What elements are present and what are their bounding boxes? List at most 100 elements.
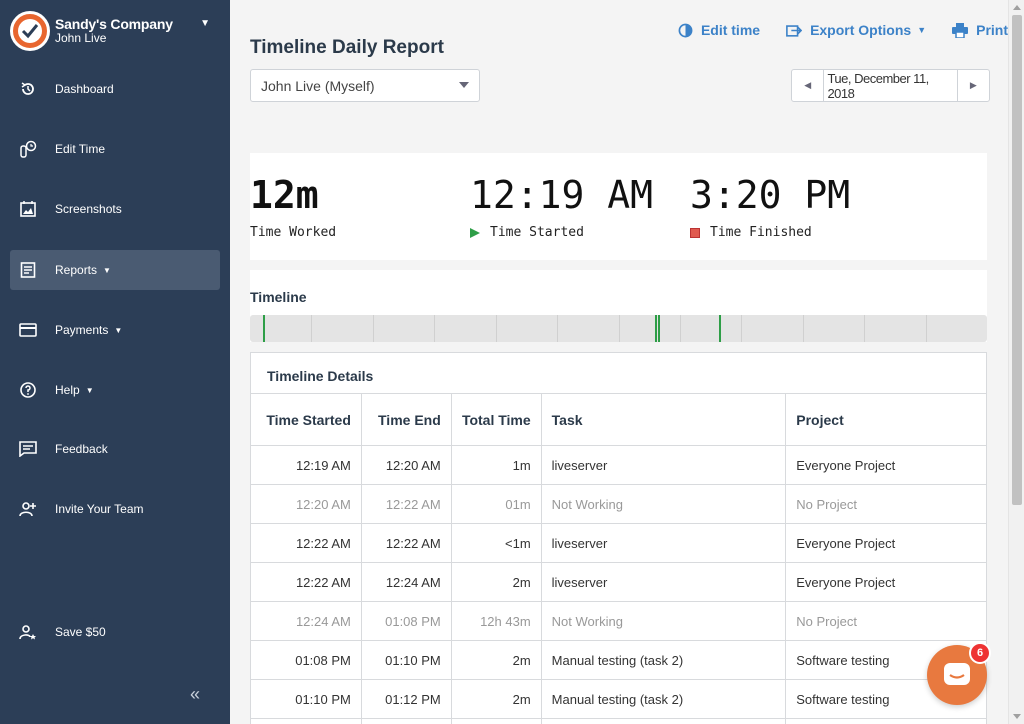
timeline-divider [434, 315, 435, 342]
cell-total [450, 718, 542, 724]
timeline-activity-mark[interactable] [719, 315, 721, 342]
cell-start: 01:08 PM [251, 640, 362, 680]
cell-end: 12:20 AM [360, 445, 452, 485]
table-row[interactable]: 12:22 AM 12:24 AM 2m liveserver Everyone Pro… [251, 562, 986, 602]
timeline-divider [311, 315, 312, 342]
timeline-divider [373, 315, 374, 342]
page-title: Timeline Daily Report [250, 37, 444, 58]
cell-project [785, 718, 986, 724]
user-select-value: John Live (Myself) [261, 77, 375, 94]
table-row[interactable] [251, 718, 986, 724]
cell-project: Everyone Project [785, 562, 986, 602]
cell-end: 12:24 AM [360, 562, 452, 602]
table-row[interactable]: 01:08 PM 01:10 PM 2m Manual testing (task 2… [251, 640, 986, 680]
timeline-activity-mark[interactable] [658, 315, 660, 342]
sidebar: Sandy's Company John Live ▼ Dashboard Ed… [0, 0, 230, 724]
sidebar-item-feedback[interactable]: Feedback [10, 429, 220, 469]
cell-task: Manual testing (task 2) [540, 679, 787, 719]
cell-task: Not Working [540, 601, 787, 641]
sidebar-item-edit-time[interactable]: Edit Time [10, 129, 220, 169]
time-finished-value: 3:20 PM [690, 173, 851, 217]
print-button[interactable]: Print [952, 22, 1008, 38]
cell-project: No Project [785, 601, 986, 641]
logo-icon [10, 11, 50, 51]
screenshots-icon [19, 200, 37, 218]
cell-start: 12:22 AM [251, 523, 362, 563]
top-actions: Edit time Export Options ▼ Print [652, 22, 1008, 38]
sidebar-item-screenshots[interactable]: Screenshots [10, 189, 220, 229]
table-row[interactable]: 01:10 PM 01:12 PM 2m Manual testing (task 2… [251, 679, 986, 719]
export-options-button[interactable]: Export Options ▼ [786, 22, 926, 38]
card-icon [19, 321, 37, 339]
sidebar-item-dashboard[interactable]: Dashboard [10, 69, 220, 109]
chevron-down-icon: ▼ [917, 25, 927, 35]
play-icon [470, 227, 480, 238]
sidebar-item-help[interactable]: Help ▼ [10, 370, 220, 410]
timeline-activity-mark[interactable] [655, 315, 657, 342]
timeline-divider [926, 315, 927, 342]
timeline-title: Timeline [250, 289, 307, 305]
print-icon [952, 22, 969, 38]
add-user-icon [19, 500, 37, 518]
timeline-divider [864, 315, 865, 342]
column-header[interactable]: Time End [360, 393, 452, 446]
column-header[interactable]: Total Time [450, 393, 542, 446]
company-switcher[interactable]: Sandy's Company John Live ▼ [10, 10, 220, 52]
scrollbar[interactable] [1008, 0, 1024, 724]
time-started-value: 12:19 AM [470, 173, 654, 217]
time-worked-label: Time Worked [250, 225, 337, 240]
sidebar-item-label: Invite Your Team [55, 502, 144, 516]
column-header[interactable]: Task [540, 393, 787, 446]
cell-total: <1m [450, 523, 542, 563]
table-row[interactable]: 12:22 AM 12:22 AM <1m liveserver Everyone Pr… [251, 523, 986, 563]
sidebar-item-save-50[interactable]: Save $50 [10, 612, 220, 652]
chevron-down-icon: ▼ [85, 385, 94, 395]
scroll-thumb[interactable] [1012, 15, 1022, 505]
export-options-label: Export Options [810, 22, 912, 38]
cell-start [251, 718, 362, 724]
cell-project: No Project [785, 484, 986, 524]
sidebar-item-label: Edit Time [55, 142, 106, 156]
cell-start: 12:22 AM [251, 562, 362, 602]
timeline-divider [619, 315, 620, 342]
timeline-divider [496, 315, 497, 342]
scroll-down-icon[interactable] [1013, 714, 1021, 719]
dropdown-arrow-icon [459, 82, 469, 88]
user-select[interactable]: John Live (Myself) [250, 69, 480, 102]
scroll-up-icon[interactable] [1013, 5, 1021, 10]
edit-time-label: Edit time [700, 22, 761, 38]
timeline-bar[interactable] [250, 315, 987, 342]
sidebar-item-payments[interactable]: Payments ▼ [10, 310, 220, 350]
table-row[interactable]: 12:20 AM 12:22 AM 01m Not Working No Project [251, 484, 986, 524]
time-started-stat: 12:19 AM Time Started [470, 173, 653, 240]
cell-end: 12:22 AM [360, 484, 452, 524]
sidebar-item-label: Save $50 [55, 625, 106, 639]
cell-project: Everyone Project [785, 445, 986, 485]
cell-task: liveserver [540, 523, 787, 563]
column-header[interactable]: Time Started [251, 393, 362, 446]
stop-icon [690, 227, 700, 238]
table-header-row: Time Started Time End Total Time Task Pr… [251, 393, 986, 446]
column-header[interactable]: Project [785, 393, 986, 446]
timeline-activity-mark[interactable] [263, 315, 265, 342]
sidebar-item-reports[interactable]: Reports ▼ [10, 250, 220, 290]
cell-project: Everyone Project [785, 523, 986, 563]
edit-time-button[interactable]: Edit time [678, 22, 760, 38]
cell-task [540, 718, 787, 724]
timeline-details: Timeline Details Time Started Time End T… [250, 352, 987, 724]
reports-icon [19, 261, 37, 279]
collapse-sidebar-icon[interactable]: « [190, 684, 200, 705]
sidebar-item-invite-team[interactable]: Invite Your Team [10, 489, 220, 529]
cell-total: 1m [450, 445, 542, 485]
previous-day-button[interactable]: ◀ [792, 70, 825, 101]
current-date: Tue, December 11, 2018 [827, 70, 929, 101]
cell-start: 12:20 AM [251, 484, 362, 524]
next-day-button[interactable]: ▶ [956, 70, 989, 101]
timeline-divider [803, 315, 804, 342]
chevron-down-icon: ▼ [200, 18, 210, 29]
table-row[interactable]: 12:24 AM 01:08 PM 12h 43m Not Working No Pro… [251, 601, 986, 641]
table-row[interactable]: 12:19 AM 12:20 AM 1m liveserver Everyone Pro… [251, 445, 986, 485]
cell-total: 2m [450, 679, 542, 719]
details-table: Time Started Time End Total Time Task Pr… [251, 393, 986, 724]
main-content: Timeline Daily Report Edit time Export O… [230, 0, 1008, 724]
